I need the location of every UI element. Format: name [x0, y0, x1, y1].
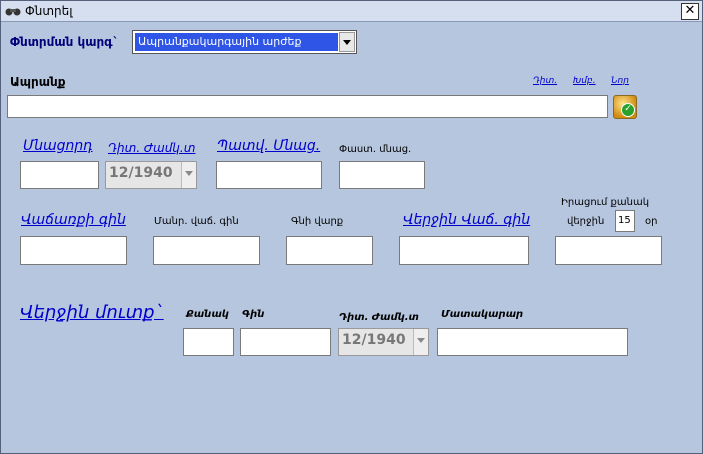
days-unit-label: օր	[645, 216, 658, 227]
last-label: վերջին	[567, 216, 605, 227]
confirm-product-button[interactable]: ✓	[613, 95, 637, 119]
price-type-input[interactable]	[286, 236, 373, 265]
search-window: Փնտրել ✕ Փնտրման կարգ` Ապրանքակարգային ա…	[0, 0, 703, 454]
qty-desc-label: Իրացում քանակ	[561, 197, 650, 208]
remainder-link[interactable]: Մնացորդ	[23, 138, 93, 154]
search-type-select[interactable]: Ապրանքակարգային արժեք	[132, 30, 357, 54]
contract-remainder-input[interactable]	[216, 161, 322, 189]
product-input[interactable]	[7, 95, 608, 118]
actual-remainder-label: Փաստ. մնաց.	[339, 144, 412, 155]
product-label: Ապրանք	[10, 75, 66, 89]
check-icon: ✓	[621, 103, 635, 117]
last-price-label: Գին	[242, 309, 265, 320]
product-new-link[interactable]: Նոր	[611, 76, 629, 86]
retail-price-input[interactable]	[153, 236, 260, 265]
chevron-down-icon[interactable]	[339, 32, 355, 52]
price-type-label: Գնի վարք	[291, 216, 344, 227]
supplier-input[interactable]	[437, 328, 628, 356]
retail-price-label: Մանր. վաճ. գին	[154, 216, 239, 227]
close-button[interactable]: ✕	[681, 3, 699, 20]
binoculars-icon	[5, 8, 21, 16]
chevron-down-icon[interactable]	[413, 329, 428, 355]
period-value: 12/1940	[109, 165, 173, 181]
last-price-input[interactable]	[240, 328, 331, 356]
actual-remainder-input[interactable]	[339, 161, 425, 189]
last-sale-price-input[interactable]	[399, 236, 529, 265]
qty-sold-input[interactable]	[555, 236, 662, 265]
sale-price-input[interactable]	[20, 236, 127, 265]
product-view-link[interactable]: Դիտ.	[533, 76, 557, 86]
last-period-combo[interactable]: 12/1940	[338, 328, 429, 356]
last-sale-price-link[interactable]: Վերջին Վաճ. գին	[403, 212, 530, 228]
period-combo[interactable]: 12/1940	[105, 161, 197, 189]
title-bar: Փնտրել ✕	[1, 1, 702, 22]
sale-price-link[interactable]: Վաճառքի գին	[21, 212, 126, 228]
last-period-value: 12/1940	[342, 332, 406, 348]
period-link[interactable]: Դիտ. Ժամկ.տ	[108, 141, 195, 155]
search-type-label: Փնտրման կարգ`	[10, 35, 119, 49]
chevron-down-icon[interactable]	[181, 162, 196, 188]
last-qty-label: Քանակ	[186, 309, 229, 320]
contract-remainder-link[interactable]: Պատվ. Մնաց.	[217, 138, 320, 154]
last-entry-link[interactable]: Վերջին մուտք`	[20, 302, 164, 323]
last-period-label: Դիտ. Ժամկ.տ	[339, 312, 419, 323]
window-title: Փնտրել	[25, 4, 73, 18]
days-input[interactable]: 15	[615, 210, 635, 232]
product-edit-link[interactable]: Խմբ.	[573, 76, 596, 86]
search-type-value: Ապրանքակարգային արժեք	[135, 33, 338, 51]
supplier-label: Մատակարար	[441, 309, 524, 320]
last-qty-input[interactable]	[183, 328, 234, 356]
remainder-input[interactable]	[20, 161, 99, 189]
